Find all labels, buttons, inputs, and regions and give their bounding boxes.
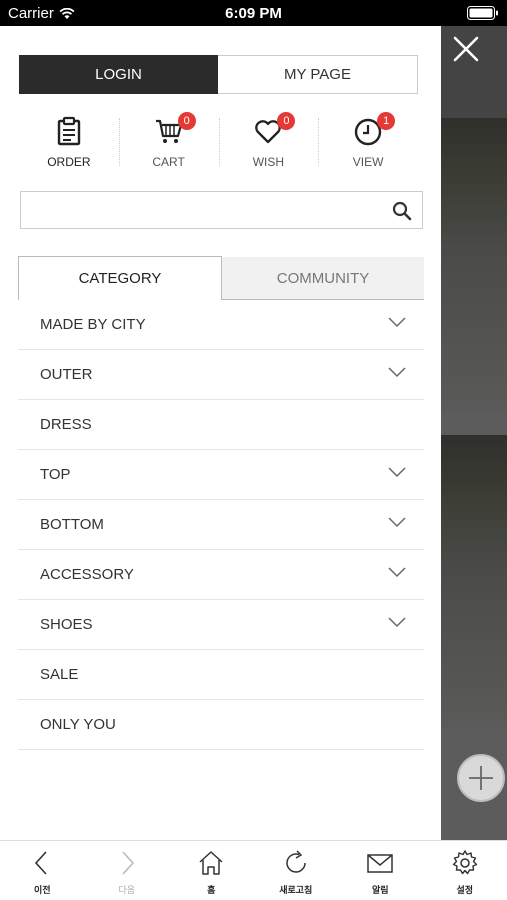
status-bar: Carrier 6:09 PM — [0, 0, 507, 26]
chevron-down-icon[interactable] — [388, 566, 406, 578]
close-drawer-button[interactable] — [449, 32, 483, 66]
forward-button[interactable]: 다음 — [85, 841, 170, 900]
chevron-down-icon[interactable] — [388, 316, 406, 328]
home-icon — [199, 851, 223, 875]
category-item-accessory[interactable]: ACCESSORY — [18, 550, 424, 600]
chevron-down-icon[interactable] — [388, 366, 406, 378]
background-photo — [441, 118, 507, 410]
background-page[interactable] — [441, 26, 507, 840]
category-list: MADE BY CITY OUTER DRESS TOP BOTTOM ACCE… — [18, 300, 424, 750]
cart-count-badge: 0 — [177, 112, 196, 130]
plus-icon — [469, 766, 493, 790]
refresh-button[interactable]: 새로고침 — [254, 841, 339, 900]
forward-label: 다음 — [118, 885, 136, 895]
background-photo — [441, 435, 507, 727]
chevron-down-icon[interactable] — [388, 616, 406, 628]
back-label: 이전 — [33, 885, 51, 895]
category-label: DRESS — [40, 416, 92, 433]
battery-icon — [467, 6, 498, 20]
refresh-icon — [286, 850, 306, 873]
category-label: SALE — [40, 666, 79, 683]
settings-label: 설정 — [456, 885, 474, 895]
wish-count-badge: 0 — [277, 112, 296, 130]
content-tabs: CATEGORY COMMUNITY — [18, 256, 424, 300]
home-label: 홈 — [207, 885, 216, 895]
bottom-toolbar: 이전 다음 홈 새로고침 알림 설정 — [0, 840, 507, 900]
category-item-dress[interactable]: DRESS — [18, 400, 424, 450]
clock-time: 6:09 PM — [225, 5, 282, 22]
tab-community[interactable]: COMMUNITY — [222, 257, 424, 300]
category-label: ACCESSORY — [40, 566, 134, 583]
search-input[interactable] — [21, 192, 381, 228]
view-link[interactable]: 1 VIEW — [318, 112, 418, 170]
category-item-shoes[interactable]: SHOES — [18, 600, 424, 650]
my-page-button[interactable]: MY PAGE — [218, 55, 418, 94]
quick-links: ORDER 0 CART 0 WISH 1 VIEW — [19, 112, 418, 170]
category-label: BOTTOM — [40, 516, 104, 533]
order-label: ORDER — [47, 155, 91, 169]
wish-link[interactable]: 0 WISH — [218, 112, 319, 170]
view-count-badge: 1 — [377, 112, 396, 130]
order-link[interactable]: ORDER — [19, 114, 119, 170]
account-tabs: LOGIN MY PAGE — [19, 55, 418, 94]
notifications-label: 알림 — [371, 885, 389, 895]
tab-category[interactable]: CATEGORY — [18, 256, 222, 300]
chevron-right-icon — [122, 851, 134, 875]
side-drawer: LOGIN MY PAGE ORDER 0 CART 0 WISH 1 VIEW… — [0, 26, 441, 840]
gear-icon — [452, 850, 477, 875]
cart-label: CART — [152, 155, 185, 169]
category-label: OUTER — [40, 366, 93, 383]
category-item-top[interactable]: TOP — [18, 450, 424, 500]
view-label: VIEW — [352, 155, 384, 169]
category-item-outer[interactable]: OUTER — [18, 350, 424, 400]
category-item-bottom[interactable]: BOTTOM — [18, 500, 424, 550]
category-label: SHOES — [40, 616, 93, 633]
category-item-made-by-city[interactable]: MADE BY CITY — [18, 300, 424, 350]
login-button[interactable]: LOGIN — [19, 55, 218, 94]
notifications-button[interactable]: 알림 — [338, 841, 423, 900]
settings-button[interactable]: 설정 — [423, 841, 507, 900]
search-box — [20, 191, 423, 229]
chevron-down-icon[interactable] — [388, 516, 406, 528]
back-button[interactable]: 이전 — [0, 841, 85, 900]
category-label: TOP — [40, 466, 71, 483]
floating-add-button[interactable] — [457, 754, 505, 802]
chevron-down-icon[interactable] — [388, 466, 406, 478]
home-button[interactable]: 홈 — [169, 841, 254, 900]
category-label: ONLY YOU — [40, 716, 116, 733]
refresh-label: 새로고침 — [279, 885, 313, 895]
search-icon[interactable] — [392, 201, 412, 221]
category-label: MADE BY CITY — [40, 316, 146, 333]
chevron-left-icon — [35, 851, 47, 875]
category-item-only-you[interactable]: ONLY YOU — [18, 700, 424, 750]
wish-label: WISH — [252, 155, 285, 169]
clipboard-icon — [57, 116, 81, 146]
cart-link[interactable]: 0 CART — [118, 112, 219, 170]
mail-icon — [367, 854, 393, 873]
category-item-sale[interactable]: SALE — [18, 650, 424, 700]
